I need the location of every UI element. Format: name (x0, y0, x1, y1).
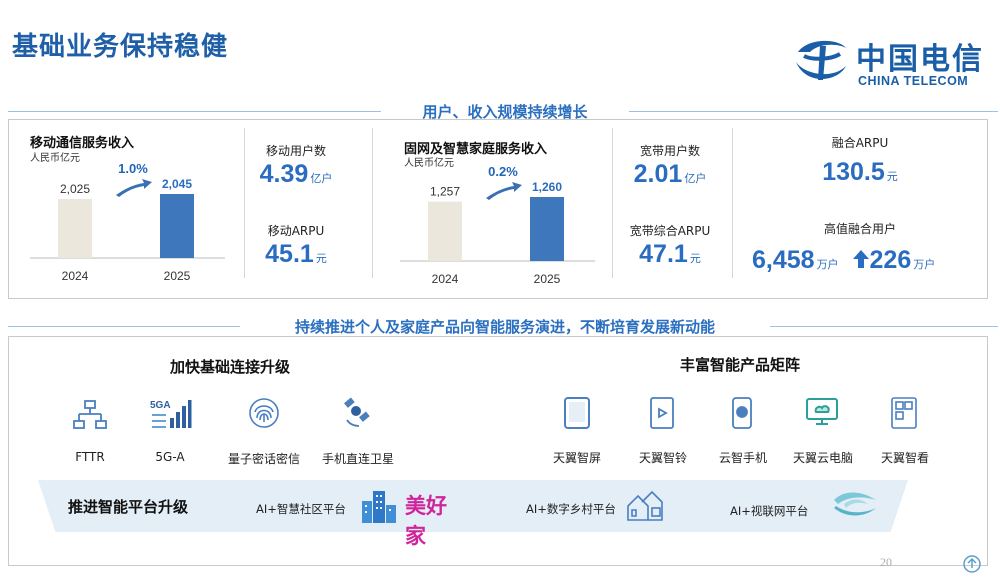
mobile-arpu-value: 45.1 元 (265, 240, 327, 268)
fixed-growth-arrow-icon (486, 182, 522, 200)
satellite-icon (336, 393, 380, 433)
divider (244, 128, 245, 278)
section2-title: 持续推进个人及家庭产品向智能服务演进，不断培育发展新动能 (240, 316, 770, 337)
fixed-growth-label: 0.2% (488, 164, 518, 179)
fixed-revenue-chart: 1,257 2024 1,260 2025 0.2% (400, 164, 595, 286)
page-number: 20 (880, 555, 892, 569)
logo-text-cn: 中国电信 (856, 42, 984, 77)
divider (372, 128, 373, 278)
fixed-year-label-2025: 2025 (534, 272, 561, 286)
smart-view-label: 天翼智看 (880, 451, 929, 465)
5ga-label: 5G-A (155, 450, 185, 464)
fixed-bar-2024 (428, 201, 462, 261)
mobile-value-label-2025: 2,045 (162, 177, 192, 191)
community-platform-label: AI+智慧社区平台 (256, 502, 346, 516)
mobile-revenue-chart: 2,025 2024 2,045 2025 1.0% (30, 161, 225, 283)
page-title: 基础业务保持稳健 (12, 32, 229, 62)
fingerprint-icon (242, 393, 286, 433)
fixed-bar-2025 (530, 197, 564, 261)
fixed-year-label-2024: 2024 (432, 272, 459, 286)
svg-text:5GA: 5GA (150, 400, 171, 411)
fixed-value-label-2024: 1,257 (430, 185, 460, 199)
increase-arrow-icon (852, 250, 869, 268)
village-platform-label: AI+数字乡村平台 (526, 502, 616, 516)
broadband-arpu-label: 宽带综合ARPU (629, 224, 711, 238)
video-network-icon (830, 488, 880, 526)
platform-title: 推进智能平台升级 (68, 498, 189, 516)
cloud-pc-label: 天翼云电脑 (792, 451, 853, 465)
logo-text-en: CHINA TELECOM (858, 74, 969, 88)
smart-screen-label: 天翼智屏 (552, 451, 601, 465)
buildings-icon (360, 487, 398, 527)
connect-title: 加快基础连接升级 (170, 358, 291, 376)
mobile-year-label-2025: 2025 (164, 269, 191, 283)
smart-bell-label: 天翼智铃 (638, 451, 687, 465)
mobile-growth-label: 1.0% (118, 161, 148, 176)
broadband-arpu-value: 47.1 元 (639, 240, 701, 268)
mobile-year-label-2024: 2024 (62, 269, 89, 283)
fusion-arpu-value: 130.5 元 (822, 158, 898, 186)
quantum-label: 量子密话密信 (227, 452, 300, 466)
video-network-label: AI+视联网平台 (730, 504, 809, 518)
satellite-label: 手机直连卫星 (321, 452, 394, 466)
broadband-users-value: 2.01 亿户 (633, 160, 707, 188)
fixed-value-label-2025: 1,260 (532, 180, 562, 194)
mobile-bar-2024 (58, 199, 92, 258)
fusion-arpu-label: 融合ARPU (831, 136, 889, 150)
village-icon (626, 488, 666, 526)
divider (732, 128, 733, 278)
meihaojia-logo: 美好家 (405, 494, 447, 548)
high-value-users-value: 6,458 万户 226 万户 (752, 246, 936, 274)
mobile-bar-2025 (160, 194, 194, 258)
cloud-phone-icon (720, 393, 764, 433)
china-telecom-logo: 中国电信 CHINA TELECOM (790, 30, 990, 92)
tablet-icon (555, 393, 599, 433)
fttr-label: FTTR (75, 450, 105, 464)
cloud-phone-label: 云智手机 (718, 451, 767, 465)
mobile-users-value: 4.39 亿户 (259, 160, 333, 188)
mobile-value-label-2024: 2,025 (60, 182, 90, 196)
mobile-users-label: 移动用户数 (265, 144, 326, 158)
doorbell-icon (640, 393, 684, 433)
network-topology-icon (68, 395, 112, 435)
smart-view-icon (882, 393, 926, 433)
telecom-swirl-icon (796, 40, 846, 80)
divider (612, 128, 613, 278)
mobile-growth-arrow-icon (116, 179, 152, 197)
broadband-users-label: 宽带用户数 (639, 144, 700, 158)
products-title: 丰富智能产品矩阵 (680, 356, 801, 374)
mobile-arpu-label: 移动ARPU (267, 224, 325, 238)
cloud-pc-icon (800, 393, 844, 433)
5g-signal-icon: 5GA (148, 393, 192, 433)
high-value-users-label: 高值融合用户 (823, 222, 896, 236)
